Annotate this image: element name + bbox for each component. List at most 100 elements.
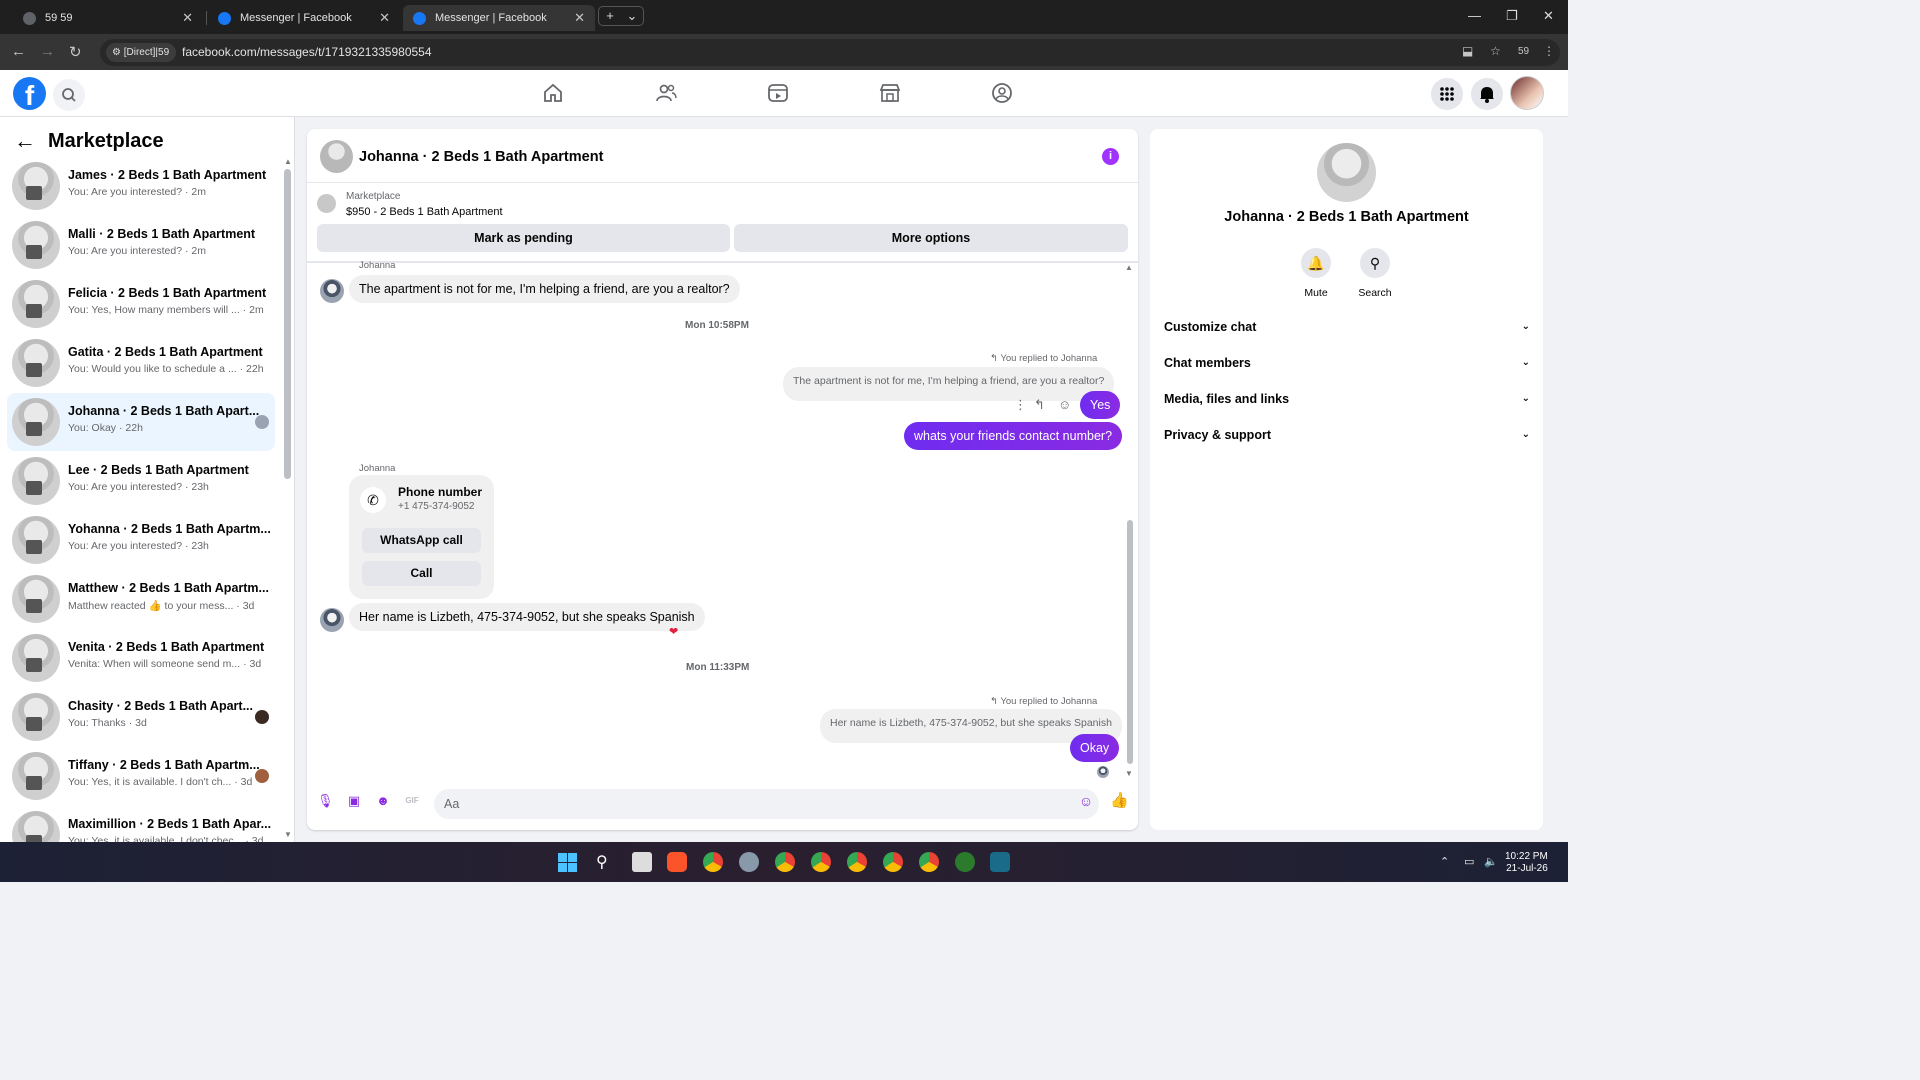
reload-icon[interactable]: ↻ (69, 43, 82, 61)
windows-start-icon[interactable] (558, 853, 577, 872)
address-bar[interactable]: ⚙ [Direct]|59 facebook.com/messages/t/17… (100, 39, 1560, 66)
volume-icon[interactable]: 🔈 (1484, 855, 1498, 868)
minimize-icon[interactable]: — (1468, 8, 1481, 23)
marketplace-icon[interactable] (879, 82, 901, 104)
gif-icon[interactable]: GIF (404, 793, 420, 809)
friends-icon[interactable] (655, 82, 677, 104)
facebook-logo-icon[interactable]: f (13, 77, 46, 110)
sticker-icon[interactable]: ☻ (375, 793, 391, 809)
search-icon[interactable]: ⚲ (596, 852, 608, 872)
conversation-item[interactable]: Yohanna · 2 Beds 1 Bath Apartm... You: Ar… (7, 511, 275, 569)
privacy-support-section[interactable]: Privacy & support ⌄ (1164, 421, 1530, 449)
react-emoji-icon[interactable]: ☺ (1058, 397, 1071, 412)
site-info-chip[interactable]: ⚙ [Direct]|59 (106, 43, 177, 62)
outgoing-message[interactable]: Okay (1070, 734, 1120, 762)
app-59-icon[interactable] (990, 852, 1010, 872)
emoji-icon[interactable]: ☺ (1078, 793, 1094, 809)
clock[interactable]: 10:22 PM 21-Jul-26 (1505, 851, 1548, 875)
scroll-down-icon[interactable]: ▼ (1125, 769, 1133, 778)
thumbs-up-icon[interactable]: 👍 (1110, 793, 1129, 809)
message-input[interactable] (434, 789, 1099, 819)
menu-button[interactable] (1431, 78, 1463, 110)
facebook-search-button[interactable] (53, 79, 85, 111)
restore-icon[interactable]: ❐ (1506, 8, 1518, 24)
back-icon[interactable]: ← (11, 43, 26, 60)
close-tab-icon[interactable]: ✕ (182, 10, 193, 26)
incoming-message[interactable]: Her name is Lizbeth, 475-374-9052, but s… (349, 603, 705, 631)
url-text[interactable]: facebook.com/messages/t/1719321335980554 (182, 45, 432, 59)
scroll-up-icon[interactable]: ▲ (1125, 263, 1133, 272)
video-icon[interactable] (767, 82, 789, 104)
notifications-button[interactable] (1471, 78, 1503, 110)
bookmark-star-icon[interactable]: ☆ (1490, 44, 1501, 58)
install-app-icon[interactable]: ⬓ (1462, 44, 1473, 58)
tray-overflow-icon[interactable]: ⌃ (1440, 855, 1449, 868)
tab-messenger-2[interactable]: Messenger | Facebook ✕ (403, 5, 595, 31)
chrome-icon[interactable] (775, 852, 795, 872)
call-button[interactable]: Call (362, 561, 481, 586)
app-icon[interactable] (955, 852, 975, 872)
listing-thumbnail[interactable] (317, 194, 336, 213)
incoming-message[interactable]: The apartment is not for me, I'm helping… (349, 275, 740, 303)
info-icon[interactable]: i (1102, 148, 1119, 165)
outgoing-message[interactable]: Yes (1080, 391, 1121, 419)
conversation-item[interactable]: Felicia · 2 Beds 1 Bath Apartment You: Ye… (7, 275, 275, 333)
listing-price[interactable]: $950 - 2 Beds 1 Bath Apartment (346, 206, 503, 218)
photo-icon[interactable]: ▣ (346, 793, 362, 809)
app-icon[interactable] (739, 852, 759, 872)
listing-avatar[interactable] (320, 140, 353, 173)
reply-icon[interactable]: ↰ (1034, 397, 1045, 413)
home-icon[interactable] (542, 82, 564, 104)
close-tab-icon[interactable]: ✕ (574, 10, 585, 26)
mute-button[interactable]: 🔔 Mute (1286, 248, 1346, 299)
profile-badge[interactable]: 59 (1518, 46, 1529, 57)
conversation-item[interactable]: Maximillion · 2 Beds 1 Bath Apar... You: … (7, 806, 275, 842)
customize-chat-section[interactable]: Customize chat ⌄ (1164, 313, 1530, 341)
conversation-item[interactable]: Lee · 2 Beds 1 Bath Apartment You: Are yo… (7, 452, 275, 510)
new-tab-button[interactable]: + (599, 7, 621, 25)
conversation-item[interactable]: Malli · 2 Beds 1 Bath Apartment You: Are … (7, 216, 275, 274)
chrome-icon[interactable] (919, 852, 939, 872)
chrome-icon[interactable] (883, 852, 903, 872)
more-actions-icon[interactable]: ⋮ (1014, 397, 1027, 413)
chrome-icon[interactable] (811, 852, 831, 872)
more-options-button[interactable]: More options (734, 224, 1128, 252)
scroll-up-icon[interactable]: ▲ (284, 157, 292, 166)
forward-icon[interactable]: → (40, 43, 55, 60)
conversation-item[interactable]: Venita · 2 Beds 1 Bath Apartment Venita: … (7, 629, 275, 687)
back-arrow-icon[interactable]: ← (14, 128, 36, 154)
listing-avatar-large[interactable] (1317, 143, 1376, 202)
chat-title[interactable]: Johanna · 2 Beds 1 Bath Apartment (359, 149, 603, 165)
gaming-icon[interactable] (991, 82, 1013, 104)
microphone-icon[interactable]: 🎙 (317, 793, 334, 809)
chrome-icon[interactable] (847, 852, 867, 872)
tab-59[interactable]: 59 59 ✕ (13, 5, 203, 31)
chrome-icon[interactable] (703, 852, 723, 872)
whatsapp-call-button[interactable]: WhatsApp call (362, 528, 481, 553)
conversation-item[interactable]: James · 2 Beds 1 Bath Apartment You: Are … (7, 157, 275, 215)
task-view-icon[interactable] (632, 852, 652, 872)
browser-menu-icon[interactable]: ⋮ (1543, 44, 1555, 58)
sender-avatar[interactable] (320, 279, 344, 303)
close-tab-icon[interactable]: ✕ (379, 10, 390, 26)
search-in-chat-button[interactable]: ⚲ Search (1345, 248, 1405, 299)
scrollbar[interactable] (284, 169, 291, 479)
conversation-item[interactable]: Tiffany · 2 Beds 1 Bath Apartm... You: Ye… (7, 747, 275, 805)
conversation-item[interactable]: Matthew · 2 Beds 1 Bath Apartm... Matthew… (7, 570, 275, 628)
profile-avatar[interactable] (1510, 76, 1544, 110)
close-window-icon[interactable]: ✕ (1543, 8, 1554, 24)
heart-reaction-icon[interactable]: ❤ (669, 625, 678, 638)
conversation-item[interactable]: Gatita · 2 Beds 1 Bath Apartment You: Wou… (7, 334, 275, 392)
media-files-links-section[interactable]: Media, files and links ⌄ (1164, 385, 1530, 413)
brave-browser-icon[interactable] (667, 852, 687, 872)
network-icon[interactable]: ▭ (1464, 855, 1474, 868)
tab-search-chevron-icon[interactable]: ⌄ (621, 7, 643, 25)
scrollbar[interactable] (1127, 520, 1133, 764)
conversation-item[interactable]: Chasity · 2 Beds 1 Bath Apart... You: Tha… (7, 688, 275, 746)
conversation-item[interactable]: Johanna · 2 Beds 1 Bath Apart... You: Oka… (7, 393, 275, 451)
quoted-message[interactable]: The apartment is not for me, I'm helping… (783, 367, 1115, 401)
chat-members-section[interactable]: Chat members ⌄ (1164, 349, 1530, 377)
sender-avatar[interactable] (320, 608, 344, 632)
outgoing-message[interactable]: whats your friends contact number? (904, 422, 1123, 450)
tab-messenger-1[interactable]: Messenger | Facebook ✕ (208, 5, 400, 31)
